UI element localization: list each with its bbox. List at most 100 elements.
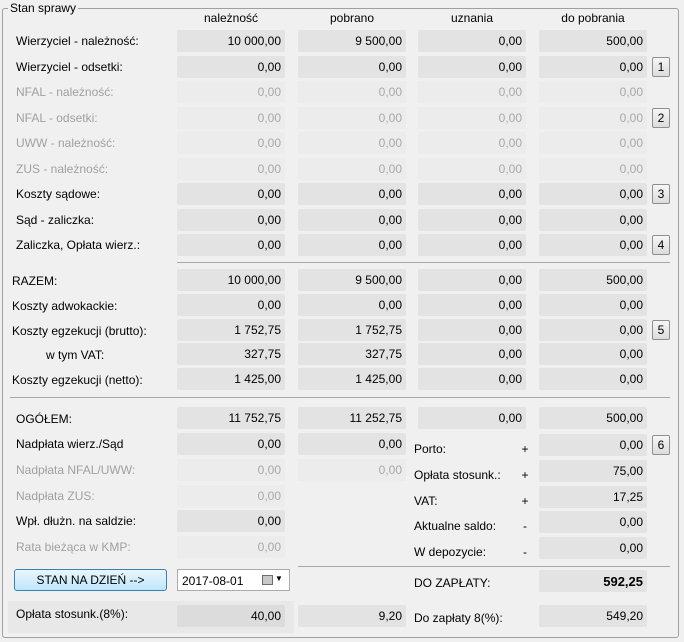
nfal-naleznosc-do-pobrania-field: 0,00 [539,81,647,103]
row-label-zus-naleznosc: ZUS - należność: [16,161,109,176]
koszty-sadowe-uznania-field: 0,00 [418,183,526,205]
oplata-stosunk-value2: 9,20 [298,605,406,627]
koszty-adwokackie-pobrano-field: 0,00 [298,293,406,316]
row-label-nadpata-nfaluww: Nadpłata NFAL/UWW: [16,462,136,477]
separator [10,397,670,398]
row-label-nfal-odsetki: NFAL - odsetki: [16,110,98,125]
zus-naleznosc-pobrano-field: 0,00 [298,157,406,180]
wierzyciel-naleznosc-naleznosc-field: 10 000,00 [177,30,285,52]
wierzyciel-odsetki-naleznosc-field: 0,00 [177,55,285,78]
col-header-pobrano: pobrano [329,11,375,25]
row-label-wierzyciel-naleznosc: Wierzyciel - należność: [16,34,139,48]
nfal-naleznosc-uznania-field: 0,00 [418,81,526,103]
row-label-nadpata-wierzsad: Nadpłata wierz./Sąd [16,437,124,451]
wierzyciel-odsetki-pobrano-field: 0,00 [298,55,406,78]
nfal-naleznosc-pobrano-field: 0,00 [298,81,406,103]
date-picker[interactable]: 2017-08-01 ▼ [177,569,290,591]
vat-field: 17,25 [539,485,647,508]
razem-naleznosc-field: 10 000,00 [177,269,285,291]
col-header-naleznosc: należność [203,11,259,25]
porto-field: 0,00 [539,434,647,456]
row-label-koszty-egzekucji-brutto: Koszty egzekucji (brutto): [12,323,147,338]
koszty-egzekucji-brutto-naleznosc-field: 1 752,75 [177,318,285,341]
porto-sign: + [521,442,529,456]
nadpata-wierzsad-field: 0,00 [177,433,285,455]
sad-zaliczka-naleznosc-field: 0,00 [177,208,285,231]
vat-sign: + [521,493,529,508]
row-label-nadpata-zus: Nadpłata ZUS: [16,488,95,503]
aktualne-saldo-sign: - [523,519,527,534]
zaliczka-opata-wierz-naleznosc-field: 0,00 [177,234,285,256]
wierzyciel-naleznosc-uznania-field: 0,00 [418,30,526,52]
koszty-egzekucji-netto-pobrano-field: 1 425,00 [298,368,406,391]
row-label-w-depozycie: W depozycie: [414,545,487,560]
nfal-odsetki-pobrano-field: 0,00 [298,106,406,129]
koszty-adwokackie-uznania-field: 0,00 [418,293,526,316]
wp-duzn-na-saldzie-field: 0,00 [177,510,285,533]
razem-do-pobrania-field: 500,00 [539,269,647,291]
wierzyciel-odsetki-uznania-field: 0,00 [418,55,526,78]
koszty-sadowe-pobrano-field: 0,00 [298,183,406,205]
calendar-icon[interactable] [262,575,273,585]
col-header-do-pobrania: do pobrania [561,11,625,25]
koszty-adwokackie-do-pobrania-field: 0,00 [539,293,647,316]
nadpata-wierzsad-field-2: 0,00 [298,433,406,455]
row-label-w-tym-vat: w tym VAT: [46,348,105,363]
w-tym-vat-naleznosc-field: 327,75 [177,343,285,366]
section-button-2[interactable]: 2 [652,107,670,128]
w-tym-vat-do-pobrania-field: 0,00 [539,343,647,366]
ogolem-pobrano-field: 11 252,75 [298,407,406,429]
do-zaplaty-value: 592,25 [539,570,647,592]
col-header-uznania: uznania [450,11,494,25]
nfal-odsetki-naleznosc-field: 0,00 [177,106,285,129]
opata-stosunk-field: 75,00 [539,459,647,482]
section-button-1[interactable]: 1 [652,56,670,77]
separator [177,262,670,263]
row-label-wierzyciel-odsetki: Wierzyciel - odsetki: [16,59,123,74]
group-title: Stan sprawy [8,1,79,15]
koszty-sadowe-naleznosc-field: 0,00 [177,183,285,205]
row-label-ogolem: OGÓŁEM: [16,412,73,426]
oplata-stosunk-label: Opłata stosunk.(8%): [16,607,129,621]
opata-stosunk-sign: + [521,467,529,482]
row-label-uww-naleznosc: UWW - należność: [16,136,116,150]
row-label-aktualne-saldo: Aktualne saldo: [414,519,497,534]
row-label-koszty-egzekucji-netto: Koszty egzekucji (netto): [12,373,143,388]
ogolem-naleznosc-field: 11 752,75 [177,407,285,429]
section-button-3[interactable]: 3 [652,184,670,204]
row-label-opata-stosunk: Opłata stosunk.: [414,467,501,482]
chevron-down-icon[interactable]: ▼ [275,574,283,583]
section-button-5[interactable]: 5 [652,319,670,340]
w-depozycie-sign: - [523,545,527,560]
row-label-rata-biezaca-w-kmp: Rata bieżąca w KMP: [16,540,131,555]
w-tym-vat-uznania-field: 0,00 [418,343,526,366]
koszty-egzekucji-brutto-pobrano-field: 1 752,75 [298,318,406,341]
uww-naleznosc-naleznosc-field: 0,00 [177,132,285,154]
date-value: 2017-08-01 [182,574,244,588]
zaliczka-opata-wierz-do-pobrania-field: 0,00 [539,234,647,256]
sad-zaliczka-uznania-field: 0,00 [418,208,526,231]
wierzyciel-naleznosc-do-pobrania-field: 500,00 [539,30,647,52]
row-label-wp-duzn-na-saldzie: Wpł. dłużn. na saldzie: [16,514,137,529]
section-button-4[interactable]: 4 [652,235,670,255]
ogolem-do-pobrania-field: 500,00 [539,407,647,429]
nfal-odsetki-do-pobrania-field: 0,00 [539,106,647,129]
w-tym-vat-pobrano-field: 327,75 [298,343,406,366]
sad-zaliczka-do-pobrania-field: 0,00 [539,208,647,231]
aktualne-saldo-field: 0,00 [539,511,647,534]
koszty-egzekucji-netto-do-pobrania-field: 0,00 [539,368,647,391]
zus-naleznosc-naleznosc-field: 0,00 [177,157,285,180]
section-button-6[interactable]: 6 [652,435,670,455]
koszty-adwokackie-naleznosc-field: 0,00 [177,293,285,316]
row-label-nfal-naleznosc: NFAL - należność: [16,85,114,99]
nadpata-zus-field: 0,00 [177,484,285,507]
do-zaplaty-8-label: Do zapłaty 8(%): [414,611,503,625]
row-label-koszty-sadowe: Koszty sądowe: [16,187,101,201]
wierzyciel-odsetki-do-pobrania-field: 0,00 [539,55,647,78]
row-label-zaliczka-opata-wierz: Zaliczka, Opłata wierz.: [16,238,141,252]
stan-na-dzien-button[interactable]: STAN NA DZIEŃ --> [14,569,167,591]
razem-uznania-field: 0,00 [418,269,526,291]
nfal-odsetki-uznania-field: 0,00 [418,106,526,129]
uww-naleznosc-do-pobrania-field: 0,00 [539,132,647,154]
koszty-egzekucji-netto-uznania-field: 0,00 [418,368,526,391]
